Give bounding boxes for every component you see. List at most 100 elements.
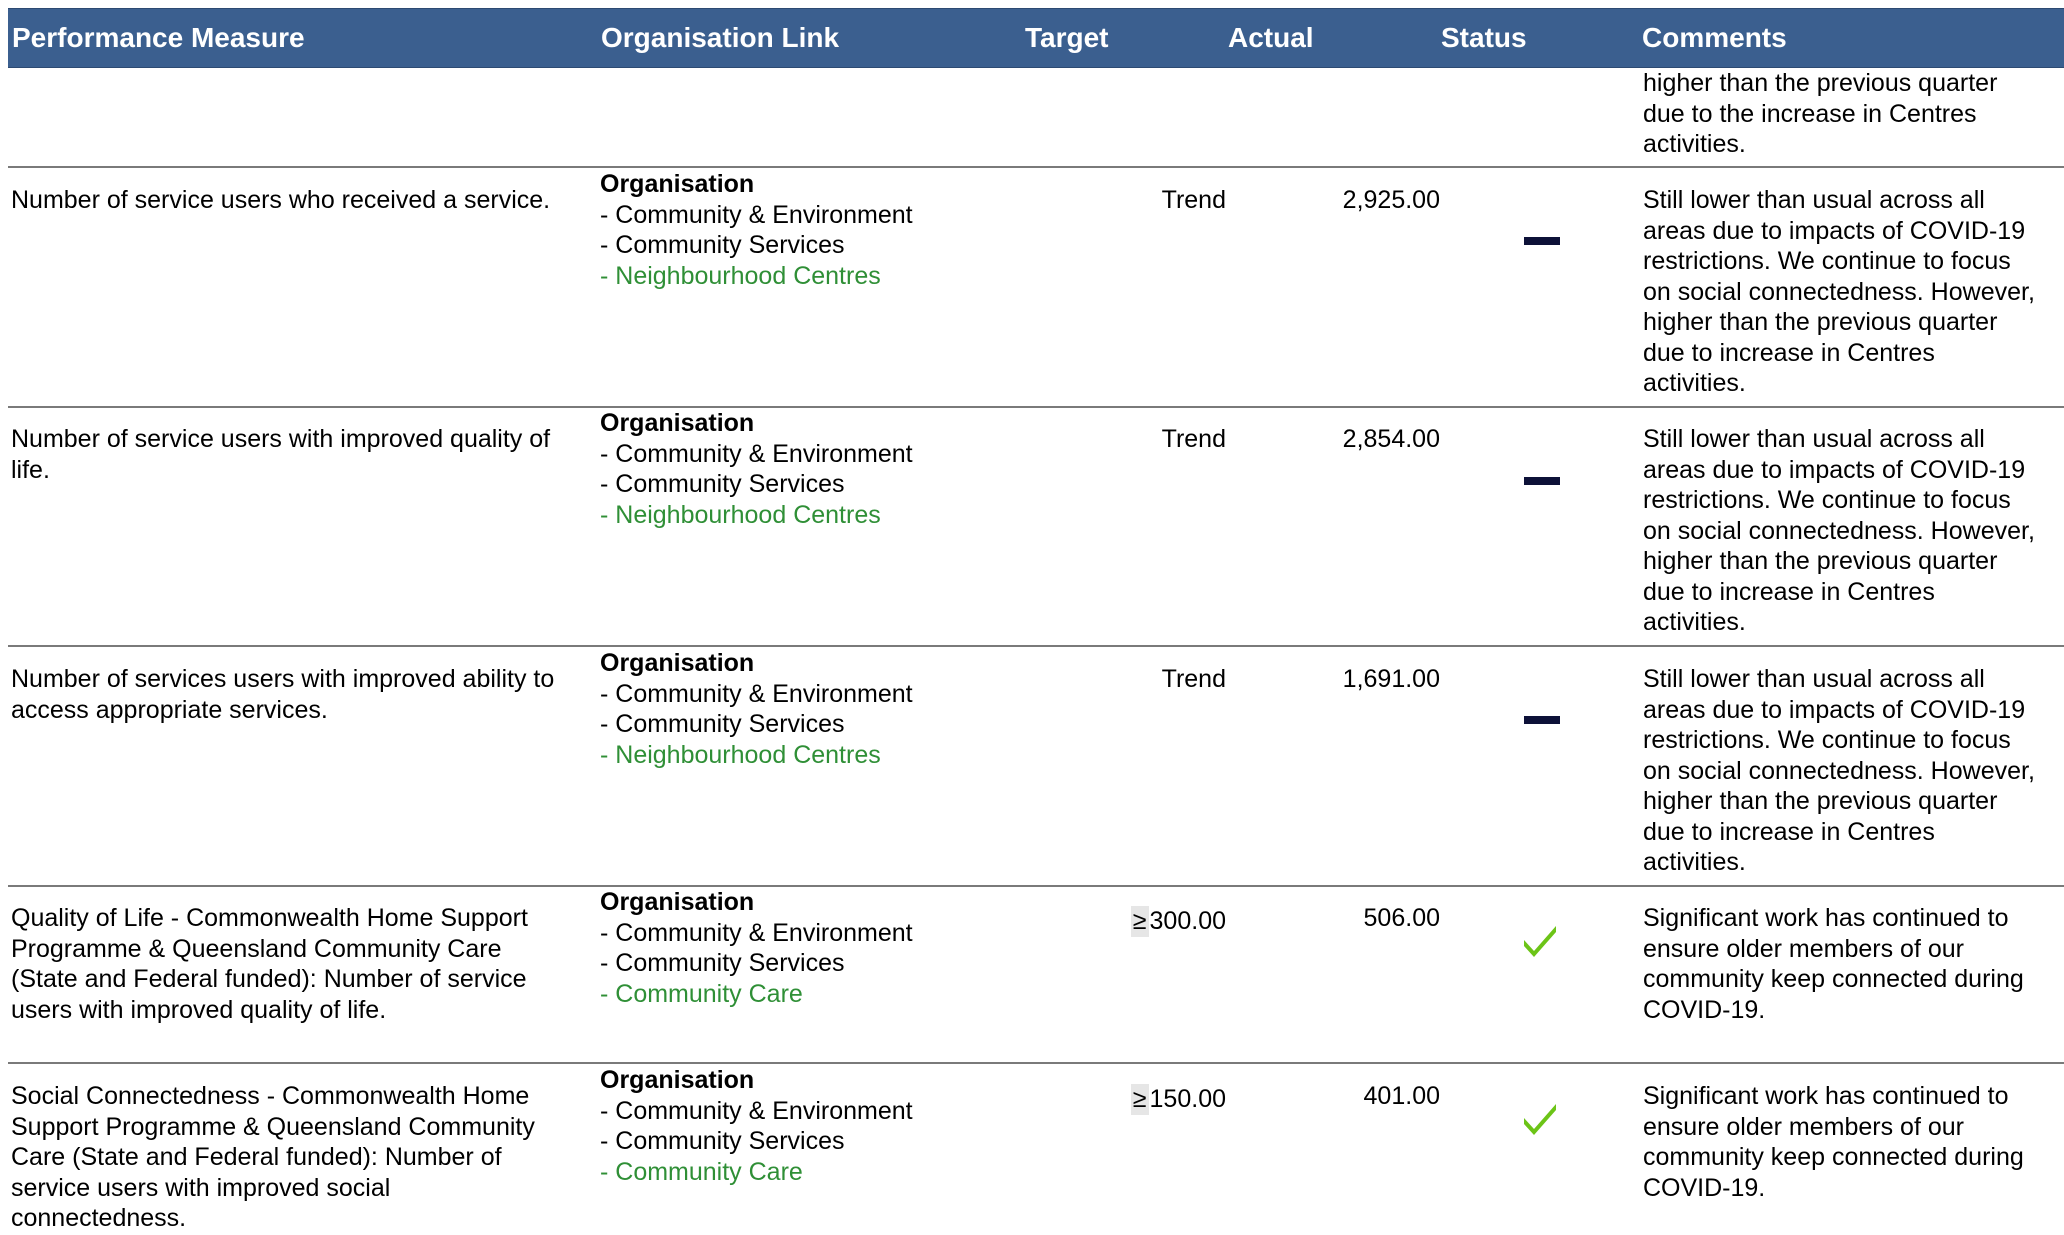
row-divider (8, 885, 2064, 887)
comment-line: higher than the previous quarter (1643, 547, 1998, 575)
measure-line: Quality of Life - Commonwealth Home Supp… (11, 904, 528, 932)
measure-line: Support Programme & Queensland Community (11, 1112, 535, 1141)
comment-line: community keep connected during (1643, 1143, 2024, 1171)
comment-line: areas due to impacts of COVID-19 (1643, 455, 2026, 484)
org-line: - Community Services (600, 1127, 845, 1155)
comment-line: due to the increase in Centres (1643, 99, 1977, 128)
org-line: - Community Services (600, 231, 845, 259)
comment-line: activities. (1643, 369, 1746, 397)
comment-line: activities. (1643, 848, 1746, 876)
comment-cell: Still lower than usual across all areas … (1643, 664, 2035, 878)
actual-cell: 1,691.00 (1342, 665, 1440, 693)
org-leaf: - Neighbourhood Centres (600, 261, 881, 290)
org-leaf: - Neighbourhood Centres (600, 740, 881, 769)
target-cell: Trend (1000, 185, 1226, 216)
measure-cell: Number of services users with improved a… (11, 664, 554, 725)
org-line: - Community & Environment (600, 439, 913, 468)
comment-cell: Still lower than usual across all areas … (1643, 424, 2035, 638)
org-link-cell: Organisation - Community & Environment -… (600, 887, 913, 1009)
target-value: Trend (1161, 425, 1226, 453)
target-value: 150.00 (1149, 1085, 1226, 1113)
measure-line: connectedness. (11, 1204, 187, 1232)
org-leaf: - Neighbourhood Centres (600, 500, 881, 529)
header-comments: Comments (1642, 22, 1787, 53)
org-leaf: - Community Care (600, 979, 803, 1008)
org-leaf: - Community Care (600, 1157, 803, 1186)
comment-line: community keep connected during (1643, 965, 2024, 993)
measure-cell: Number of service users with improved qu… (11, 424, 550, 485)
comment-line: ensure older members of our (1643, 1112, 1964, 1141)
table-header: Performance Measure Organisation Link Ta… (8, 8, 2064, 68)
target-cell: ≥300.00 (1000, 906, 1226, 937)
dash-icon (1524, 237, 1560, 245)
dash-icon (1524, 716, 1560, 724)
org-title: Organisation (600, 1066, 755, 1094)
greater-equal-symbol: ≥ (1130, 906, 1149, 937)
target-cell: Trend (1000, 424, 1226, 455)
row-divider (8, 1062, 2064, 1064)
comment-line: areas due to impacts of COVID-19 (1643, 695, 2026, 724)
comment-line: Still lower than usual across all (1643, 665, 1985, 693)
comment-line: Still lower than usual across all (1643, 425, 1985, 453)
comment-line: on social connectedness. However, (1643, 277, 2035, 306)
target-cell: Trend (1000, 664, 1226, 695)
greater-equal-symbol: ≥ (1130, 1084, 1149, 1115)
target-value: Trend (1161, 665, 1226, 693)
comment-line: areas due to impacts of COVID-19 (1643, 216, 2026, 245)
comment-line: due to increase in Centres (1643, 338, 1935, 367)
measure-line: Programme & Queensland Community Care (11, 934, 502, 963)
measure-line: Social Connectedness - Commonwealth Home (11, 1082, 530, 1110)
actual-cell: 2,854.00 (1342, 425, 1440, 453)
comment-line: on social connectedness. However, (1643, 516, 2035, 545)
check-icon (1524, 1104, 1556, 1135)
measure-line: Care (State and Federal funded): Number … (11, 1143, 502, 1171)
comment-line: restrictions. We continue to focus (1643, 726, 2011, 754)
org-line: - Community & Environment (600, 1096, 913, 1125)
actual-cell: 401.00 (1363, 1082, 1440, 1110)
comment-line: activities. (1643, 608, 1746, 636)
comment-cell: Still lower than usual across all areas … (1643, 185, 2035, 399)
measure-line: Number of service users with improved qu… (11, 425, 551, 453)
measure-line: life. (11, 455, 50, 484)
actual-cell: 506.00 (1363, 904, 1440, 932)
comment-line: ensure older members of our (1643, 934, 1964, 963)
org-line: - Community & Environment (600, 200, 913, 229)
comment-line: due to increase in Centres (1643, 577, 1935, 606)
comment-line: restrictions. We continue to focus (1643, 486, 2011, 514)
check-icon (1524, 926, 1556, 957)
row-divider (8, 645, 2064, 647)
comment-cell: Significant work has continued to ensure… (1643, 903, 2024, 1025)
comment-line: Significant work has continued to (1643, 904, 2009, 932)
comment-line: due to increase in Centres (1643, 817, 1935, 846)
target-value: Trend (1161, 186, 1226, 214)
org-line: - Community Services (600, 470, 845, 498)
measure-line: Number of service users who received a s… (11, 186, 551, 214)
dash-icon (1524, 477, 1560, 485)
org-line: - Community Services (600, 710, 845, 738)
measure-line: (State and Federal funded): Number of se… (11, 965, 527, 993)
comment-line: COVID-19. (1643, 1173, 1766, 1202)
comment-line: COVID-19. (1643, 995, 1766, 1024)
measure-line: Number of services users with improved a… (11, 665, 555, 693)
org-line: - Community & Environment (600, 918, 913, 947)
header-target: Target (1025, 22, 1109, 53)
measure-cell: Number of service users who received a s… (11, 185, 550, 216)
org-title: Organisation (600, 409, 755, 437)
org-link-cell: Organisation - Community & Environment -… (600, 408, 913, 530)
org-title: Organisation (600, 649, 755, 677)
header-performance-measure: Performance Measure (12, 22, 305, 53)
measure-cell: Social Connectedness - Commonwealth Home… (11, 1081, 535, 1234)
org-link-cell: Organisation - Community & Environment -… (600, 648, 913, 770)
row-divider (8, 166, 2064, 168)
comment-line: Significant work has continued to (1643, 1082, 2009, 1110)
target-value: 300.00 (1149, 907, 1226, 935)
measure-cell: Quality of Life - Commonwealth Home Supp… (11, 903, 528, 1025)
comment-line: higher than the previous quarter (1643, 787, 1998, 815)
comment-line: Still lower than usual across all (1643, 186, 1985, 214)
org-line: - Community Services (600, 949, 845, 977)
target-cell: ≥150.00 (1000, 1084, 1226, 1115)
org-link-cell: Organisation - Community & Environment -… (600, 169, 913, 291)
comment-cell: Significant work has continued to ensure… (1643, 1081, 2024, 1203)
measure-line: service users with improved social (11, 1173, 391, 1202)
actual-cell: 2,925.00 (1342, 186, 1440, 214)
